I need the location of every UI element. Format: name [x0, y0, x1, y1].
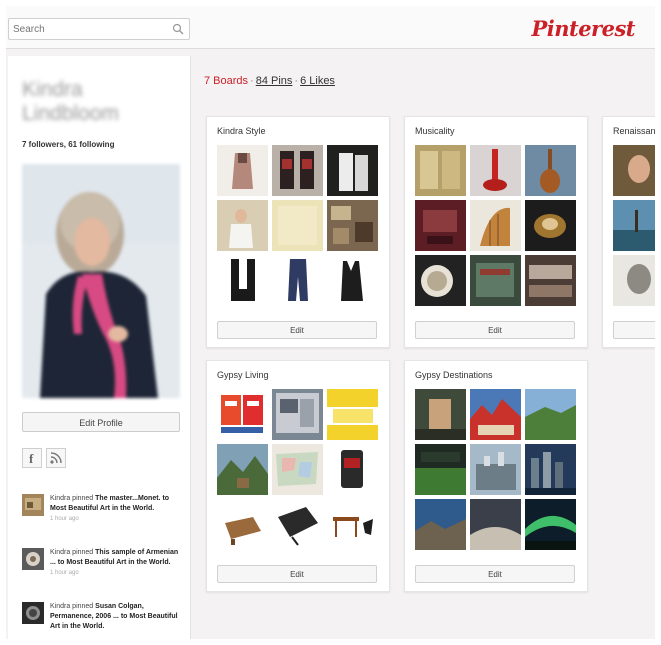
pin-thumbnail: [470, 499, 521, 550]
edit-board-button[interactable]: Edit: [415, 321, 575, 339]
pin-thumbnail: [525, 255, 576, 306]
activity-text: Kindra pinned The master...Monet. to Mos…: [50, 495, 170, 522]
board-title[interactable]: Gypsy Destinations: [415, 370, 493, 380]
pin-thumbnail: [470, 200, 521, 251]
board-card[interactable]: Kindra Style Edit: [206, 116, 390, 348]
pin-thumbnail: [415, 145, 466, 196]
pin-thumbnail: [327, 444, 378, 495]
profile-name: Kindra Lindbloom: [22, 78, 119, 125]
tab-pins[interactable]: 84 Pins: [256, 75, 293, 87]
top-bar: Pinterest: [6, 6, 655, 49]
pin-thumbnail: [525, 200, 576, 251]
pin-thumbnail: [470, 444, 521, 495]
search-input[interactable]: [13, 20, 163, 39]
activity-item[interactable]: Kindra pinned Susan Colgan, Permanence, …: [22, 602, 182, 639]
board-title[interactable]: Kindra Style: [217, 126, 266, 136]
pin-thumbnail: [272, 389, 323, 440]
edit-board-button[interactable]: Edit: [217, 565, 377, 583]
pin-thumbnail: [22, 494, 44, 516]
board-title[interactable]: Musicality: [415, 126, 455, 136]
pin-thumbnail: [327, 389, 378, 440]
pin-thumbnail: [415, 499, 466, 550]
pin-thumbnail: [415, 444, 466, 495]
pin-thumbnail: [327, 499, 378, 550]
activity-item[interactable]: Kindra pinned This sample of Armenian ..…: [22, 548, 182, 588]
pin-thumbnail: [327, 145, 378, 196]
pin-thumbnail: [272, 145, 323, 196]
tab-likes[interactable]: 6 Likes: [300, 75, 335, 87]
pin-thumbnail: [470, 389, 521, 440]
pin-thumbnail: [613, 145, 655, 196]
search-icon[interactable]: [172, 23, 184, 35]
activity-item[interactable]: Kindra pinned The master...Monet. to Mos…: [22, 494, 182, 534]
pin-thumbnail: [415, 389, 466, 440]
edit-profile-button[interactable]: Edit Profile: [22, 412, 180, 432]
board-card[interactable]: Gypsy Living Edit: [206, 360, 390, 592]
pin-thumbnail: [272, 255, 323, 306]
pin-thumbnail: [217, 255, 268, 306]
board-card[interactable]: Musicality Edit: [404, 116, 588, 348]
board-card[interactable]: Renaissance: [602, 116, 655, 348]
pin-thumbnail: [22, 548, 44, 570]
pin-thumbnail: [470, 145, 521, 196]
edit-board-button[interactable]: Edit: [415, 565, 575, 583]
activity-text: Kindra pinned This sample of Armenian ..…: [50, 549, 179, 576]
board-card[interactable]: Gypsy Destinations Edit: [404, 360, 588, 592]
pin-thumbnail: [525, 444, 576, 495]
pin-thumbnail: [613, 255, 655, 306]
edit-board-button[interactable]: [613, 321, 655, 339]
follower-stats[interactable]: 7 followers, 61 following: [22, 140, 114, 149]
board-title[interactable]: Renaissance: [613, 126, 655, 136]
profile-photo: [22, 164, 180, 398]
rss-icon[interactable]: [46, 448, 66, 468]
profile-sidebar: Kindra Lindbloom 7 followers, 61 followi…: [8, 56, 191, 639]
pin-thumbnail: [525, 499, 576, 550]
profile-tabs: 7 Boards · 84 Pins · 6 Likes: [204, 75, 335, 87]
pinterest-logo[interactable]: Pinterest: [531, 16, 635, 41]
pin-thumbnail: [217, 200, 268, 251]
activity-text: Kindra pinned Susan Colgan, Permanence, …: [50, 603, 178, 630]
pin-thumbnail: [470, 255, 521, 306]
pin-thumbnail: [217, 444, 268, 495]
pin-thumbnail: [217, 499, 268, 550]
browser-window: Pinterest Kindra Lindbloom 7 followers, …: [6, 6, 655, 639]
pin-thumbnail: [327, 255, 378, 306]
pin-thumbnail: [525, 389, 576, 440]
pin-thumbnail: [327, 200, 378, 251]
edit-board-button[interactable]: Edit: [217, 321, 377, 339]
pin-thumbnail: [613, 200, 655, 251]
pin-thumbnail: [415, 255, 466, 306]
pin-thumbnail: [272, 200, 323, 251]
facebook-icon[interactable]: f: [22, 448, 42, 468]
tab-boards[interactable]: 7 Boards: [204, 75, 248, 87]
pin-thumbnail: [217, 145, 268, 196]
pin-thumbnail: [272, 444, 323, 495]
pin-thumbnail: [217, 389, 268, 440]
pin-thumbnail: [22, 602, 44, 624]
pin-thumbnail: [272, 499, 323, 550]
pin-thumbnail: [525, 145, 576, 196]
pin-thumbnail: [415, 200, 466, 251]
svg-text:f: f: [29, 451, 34, 466]
board-title[interactable]: Gypsy Living: [217, 370, 269, 380]
search-box[interactable]: [8, 18, 190, 40]
